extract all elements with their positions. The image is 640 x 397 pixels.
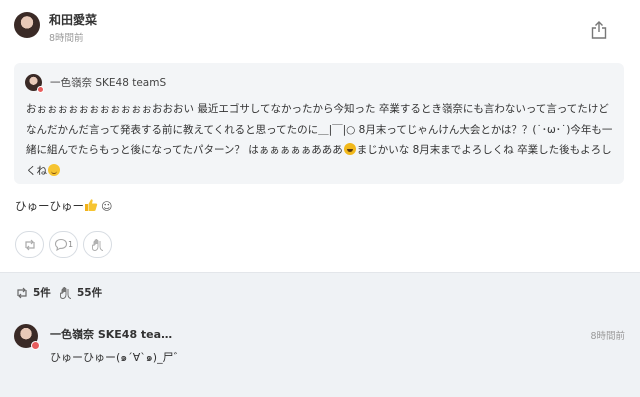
clap-stat[interactable]: 55件 [59, 285, 102, 300]
quoted-post[interactable]: 一色嶺奈 SKE48 teamS おぉぉぉぉぉぉぉぉぉぉぉおおおい 最近エゴサし… [14, 63, 624, 184]
author-avatar[interactable] [14, 12, 40, 38]
quoted-author-avatar[interactable] [25, 74, 44, 93]
comment-text: ひゅーひゅー(๑´∀`๑)_尸゛ [50, 351, 185, 364]
retweet-count: 5件 [33, 287, 51, 299]
clap-count: 55件 [77, 287, 103, 299]
post-body-suffix: ☺ [101, 200, 113, 213]
retweet-stat[interactable]: 5件 [15, 285, 51, 300]
quoted-post-header: 一色嶺奈 SKE48 teamS [25, 74, 166, 93]
comment-author-name[interactable]: 一色嶺奈 SKE48 tea… [50, 326, 172, 342]
comment-button[interactable]: 1 [49, 231, 78, 258]
tired-face-emoji-icon [343, 143, 356, 155]
clap-icon [91, 238, 103, 251]
post-body-text: ひゅーひゅー [15, 199, 84, 213]
quoted-author-name[interactable]: 一色嶺奈 SKE48 teamS [50, 75, 166, 90]
clap-icon [60, 286, 72, 299]
comment-icon [54, 238, 68, 251]
author-block: 和田愛菜 8時間前 [49, 12, 97, 44]
retweet-icon [24, 239, 35, 250]
comment-time: 8時間前 [590, 331, 625, 342]
comment-author-avatar[interactable] [14, 324, 40, 350]
author-name[interactable]: 和田愛菜 [49, 13, 97, 27]
clap-button[interactable] [83, 231, 112, 258]
share-icon[interactable] [590, 20, 608, 40]
comment-count: 1 [67, 240, 74, 249]
verified-badge-icon [37, 86, 44, 93]
stats-bar: 5件 55件 [0, 272, 640, 310]
quoted-post-text: おぉぉぉぉぉぉぉぉぉぉぉおおおい 最近エゴサしてなかったから今知った 卒業すると… [26, 99, 614, 181]
retweet-button[interactable] [15, 231, 44, 258]
comment-item[interactable]: 一色嶺奈 SKE48 tea… 8時間前 ひゅーひゅー(๑´∀`๑)_尸゛ [0, 310, 640, 397]
post-header: 和田愛菜 8時間前 [14, 12, 97, 44]
verified-badge-icon [31, 341, 40, 350]
post-time: 8時間前 [49, 33, 84, 44]
post-card: 和田愛菜 8時間前 一色嶺奈 SKE48 teamS おぉぉぉぉぉぉぉぉぉぉぉお… [0, 0, 640, 397]
thumbs-up-icon [84, 198, 98, 212]
action-row: 1 [15, 231, 112, 258]
smiling-face-emoji-icon [48, 163, 60, 176]
retweet-icon [17, 287, 27, 298]
post-body: ひゅーひゅー ☺ [15, 197, 112, 216]
